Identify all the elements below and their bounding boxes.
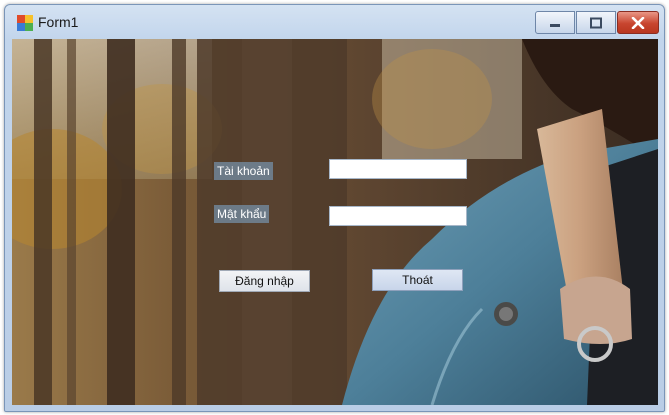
minimize-button[interactable] [535, 11, 575, 34]
minimize-icon [550, 23, 560, 27]
password-label: Mật khẩu [214, 205, 270, 223]
login-button[interactable]: Đăng nhập [219, 270, 310, 292]
app-icon [17, 15, 33, 31]
username-input[interactable] [329, 159, 467, 179]
form-client-area: Tài khoản Mật khẩu Đăng nhập Thoát [12, 39, 658, 405]
maximize-button[interactable] [576, 11, 616, 34]
exit-button[interactable]: Thoát [372, 269, 463, 291]
close-button[interactable] [617, 11, 659, 34]
username-label: Tài khoản [214, 162, 273, 180]
password-input[interactable] [329, 206, 467, 226]
close-icon [631, 16, 645, 29]
maximize-icon [590, 17, 602, 28]
title-bar[interactable]: Form1 [5, 5, 664, 39]
form-window: Form1 Tài khoản Mật khẩu Đăng nhập Thoát [4, 4, 665, 412]
window-title: Form1 [38, 14, 79, 30]
